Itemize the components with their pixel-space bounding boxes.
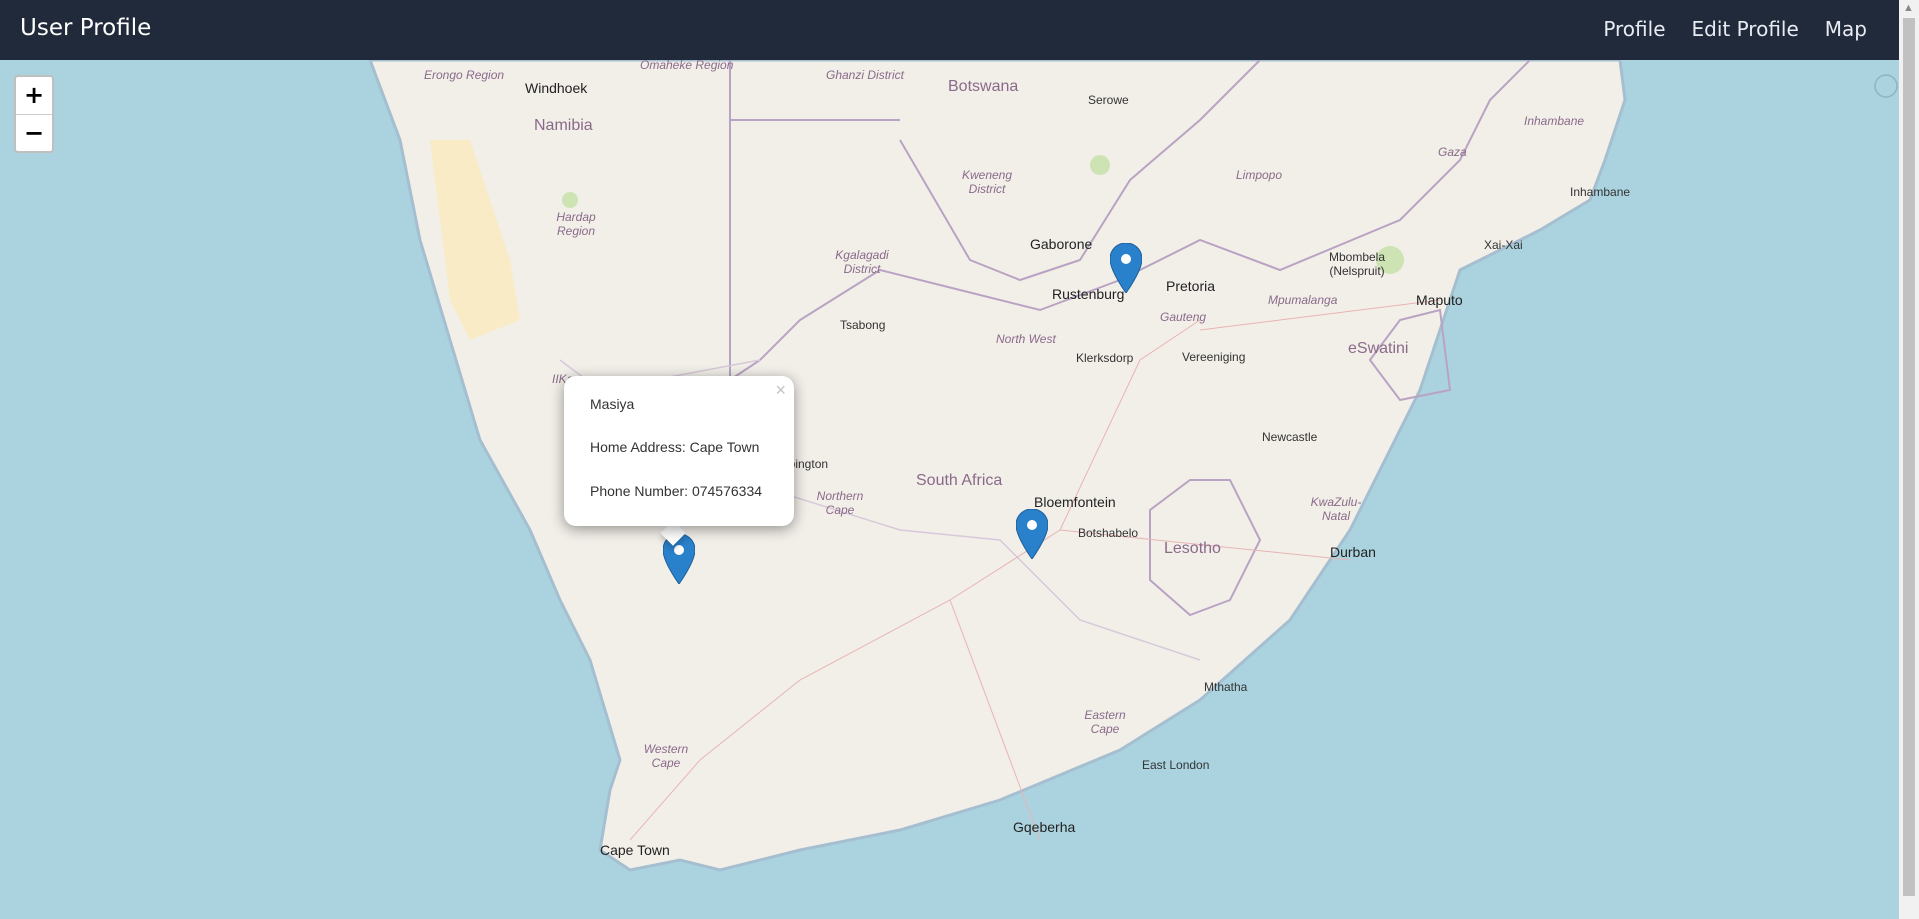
zoom-out-button[interactable]: − <box>16 115 52 152</box>
map-label-region: Erongo Region <box>424 68 505 82</box>
map-label-region: KwaZulu-Natal <box>1310 495 1362 523</box>
map-label-country: eSwatini <box>1348 340 1409 357</box>
map-label-region: Mpumalanga <box>1268 293 1338 307</box>
map-label-country: South Africa <box>916 472 1003 489</box>
nav-links: Profile Edit Profile Map <box>1603 17 1867 41</box>
map-label-region: Limpopo <box>1236 168 1283 182</box>
map-label-country: Lesotho <box>1164 540 1221 557</box>
nav-link-edit-profile[interactable]: Edit Profile <box>1692 17 1799 41</box>
map-label-city: East London <box>1142 758 1210 772</box>
map-label-city: Botshabelo <box>1078 526 1139 540</box>
zoom-control: + − <box>14 75 54 153</box>
map-label-city: Mbombela (Nelspruit) <box>1328 250 1386 278</box>
map-label-city: Klerksdorp <box>1076 351 1134 365</box>
map-label-region: Eastern Cape <box>1084 708 1126 736</box>
map-label-city: Windhoek <box>525 80 588 96</box>
nav-link-profile[interactable]: Profile <box>1603 17 1665 41</box>
popup-home-address: Home Address: Cape Town <box>590 439 760 455</box>
map-label-region: Ghanzi District <box>826 68 905 82</box>
marker-popup: × Masiya Home Address: Cape Town Phone N… <box>564 376 794 526</box>
map-label-city: Tsabong <box>840 318 886 332</box>
map-canvas[interactable]: + − Namibia Botswana South Africa Lesoth… <box>0 60 1899 919</box>
scroll-up-icon[interactable]: ▲ <box>1903 2 1914 14</box>
map-label-city: Inhambane <box>1570 185 1631 199</box>
map-label-region: Gaza <box>1438 145 1467 159</box>
zoom-in-button[interactable]: + <box>16 77 52 115</box>
scrollbar-thumb[interactable] <box>1903 18 1915 896</box>
map-label-city: Xai-Xai <box>1484 238 1523 252</box>
map-label-city: Maputo <box>1416 292 1463 308</box>
loading-circle-icon <box>1874 74 1898 98</box>
map-label-city: Mthatha <box>1204 680 1248 694</box>
top-navbar: User Profile Profile Edit Profile Map <box>0 0 1919 60</box>
map-label-region: Gauteng <box>1160 310 1207 324</box>
map-label-city: Serowe <box>1088 93 1129 107</box>
map-label-region: Northern Cape <box>816 489 864 517</box>
map-label-city: Durban <box>1330 544 1376 560</box>
popup-phone-number: Phone Number: 074576334 <box>590 483 763 499</box>
map-label-city: Pretoria <box>1166 278 1216 294</box>
brand-title[interactable]: User Profile <box>20 15 151 41</box>
nav-link-map[interactable]: Map <box>1825 17 1867 41</box>
map-label-region: North West <box>996 332 1056 346</box>
map-label-city: Vereeniging <box>1182 350 1246 364</box>
map-marker-pin-icon[interactable] <box>1016 509 1048 559</box>
map-label-region: Kgalagadi District <box>835 248 889 276</box>
vertical-scrollbar[interactable]: ▲ <box>1899 0 1919 919</box>
map-label-city: Bloemfontein <box>1034 494 1116 510</box>
map-label-region: Western Cape <box>643 742 689 770</box>
map-label-region: Omaheke Region <box>640 60 734 72</box>
map-marker-pin-icon[interactable] <box>1110 243 1142 293</box>
map-label-region: Kweneng District <box>961 168 1013 196</box>
map-label-country: Namibia <box>534 117 593 134</box>
map-label-city: Gaborone <box>1030 236 1093 252</box>
map-label-country: Botswana <box>948 78 1019 95</box>
map-label-region: Hardap Region <box>556 210 596 238</box>
map-label-region: Inhambane <box>1524 114 1585 128</box>
popup-user-name: Masiya <box>590 396 635 412</box>
close-icon[interactable]: × <box>775 380 786 401</box>
map-label-city: Gqeberha <box>1013 819 1076 835</box>
map-label-city: Newcastle <box>1262 430 1318 444</box>
map-label-city: Cape Town <box>600 842 670 858</box>
